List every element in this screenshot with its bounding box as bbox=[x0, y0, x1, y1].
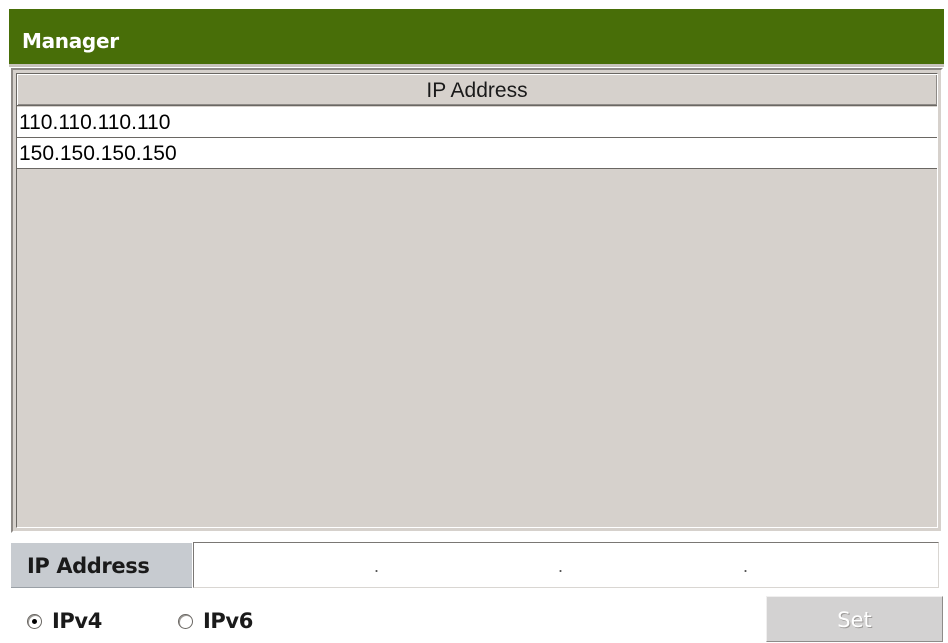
ipv6-label: IPv6 bbox=[203, 609, 253, 633]
ip-address-label: IP Address bbox=[11, 543, 192, 588]
ip-separator: . bbox=[558, 556, 564, 576]
table-row[interactable]: 110.110.110.110 bbox=[17, 107, 937, 138]
ip-octet-4-input[interactable] bbox=[755, 547, 925, 583]
set-button[interactable]: Set bbox=[766, 596, 943, 642]
column-header-ip-address[interactable]: IP Address bbox=[17, 74, 937, 106]
table-row[interactable]: 150.150.150.150 bbox=[17, 138, 937, 169]
ip-address-field: . . . bbox=[193, 542, 939, 588]
ipv6-radio[interactable]: IPv6 bbox=[178, 606, 253, 636]
ip-octet-3-input[interactable] bbox=[570, 547, 740, 583]
window-title: Manager bbox=[22, 29, 119, 53]
ip-address-table: IP Address 110.110.110.110 150.150.150.1… bbox=[11, 68, 943, 533]
ipv4-label: IPv4 bbox=[52, 609, 102, 633]
table-viewport: IP Address 110.110.110.110 150.150.150.1… bbox=[16, 73, 938, 528]
title-bar: Manager bbox=[9, 9, 944, 67]
ip-separator: . bbox=[743, 556, 749, 576]
ip-octet-1-input[interactable] bbox=[200, 547, 370, 583]
ipv4-radio[interactable]: IPv4 bbox=[27, 606, 102, 636]
radio-unchecked-icon[interactable] bbox=[178, 613, 193, 629]
radio-checked-icon[interactable] bbox=[27, 613, 42, 629]
ip-separator: . bbox=[374, 556, 380, 576]
ip-octet-2-input[interactable] bbox=[385, 547, 555, 583]
